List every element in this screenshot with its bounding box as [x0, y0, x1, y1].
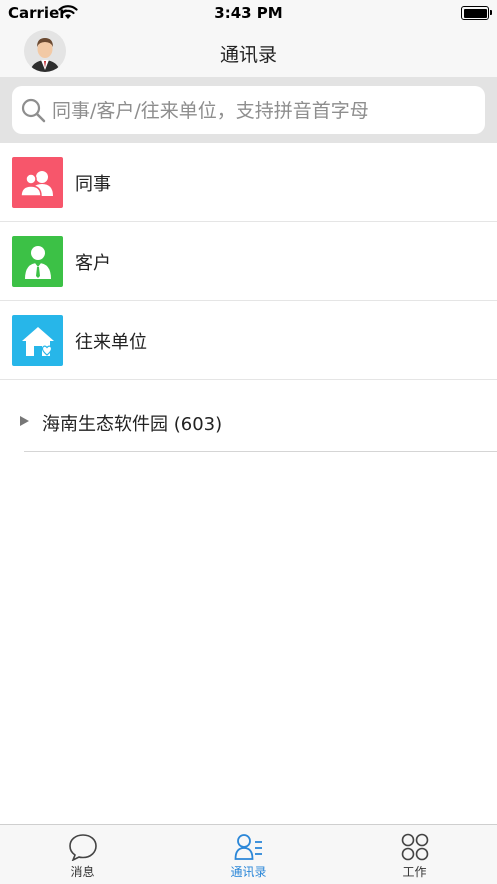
battery-icon: [461, 6, 492, 20]
tab-bar: 消息 通讯录 工作: [0, 824, 497, 884]
contacts-icon: [234, 834, 262, 860]
divider: [24, 451, 497, 452]
status-bar: Carrier 3:43 PM: [0, 0, 497, 26]
list-item-label: 往来单位: [75, 332, 147, 353]
tab-work[interactable]: 工作: [332, 825, 497, 884]
list-item-label: 同事: [75, 174, 111, 195]
status-time: 3:43 PM: [214, 4, 283, 22]
colleagues-icon: [12, 157, 63, 208]
contact-category-list: 同事 客户 往来单位: [0, 143, 497, 380]
apps-icon: [401, 833, 428, 861]
tab-contacts[interactable]: 通讯录: [166, 825, 331, 884]
tab-messages[interactable]: 消息: [0, 825, 165, 884]
navigation-bar: 通讯录: [0, 26, 497, 77]
list-item-label: 客户: [75, 253, 111, 274]
expand-triangle-icon[interactable]: [20, 416, 29, 426]
customer-icon: [12, 236, 63, 287]
page-title: 通讯录: [219, 44, 277, 66]
search-icon: [21, 98, 46, 123]
list-item-customers[interactable]: 客户: [0, 222, 497, 301]
chat-bubble-icon: [68, 834, 97, 861]
org-group-row[interactable]: 海南生态软件园 (603): [0, 390, 497, 452]
company-icon: [12, 315, 63, 366]
list-item-colleagues[interactable]: 同事: [0, 143, 497, 222]
list-item-companies[interactable]: 往来单位: [0, 301, 497, 380]
tab-label: 通讯录: [230, 865, 267, 879]
search-box[interactable]: [12, 86, 485, 136]
org-group-label: 海南生态软件园 (603): [42, 414, 223, 435]
tab-label: 工作: [402, 865, 427, 879]
search-area: [0, 77, 497, 143]
search-input[interactable]: [50, 86, 479, 136]
tab-label: 消息: [70, 865, 95, 879]
